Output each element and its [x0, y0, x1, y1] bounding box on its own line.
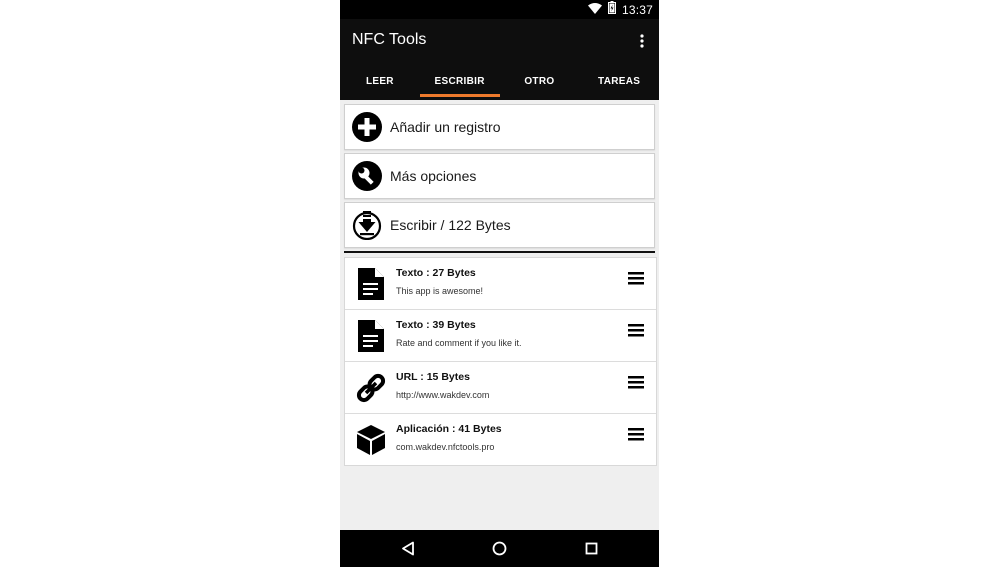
back-icon — [401, 541, 414, 556]
record-subtitle: http://www.wakdev.com — [396, 390, 490, 400]
list-item[interactable]: Texto : 27 Bytes This app is awesome! — [345, 258, 656, 310]
status-bar: 13:37 — [340, 0, 659, 19]
drag-handle-icon[interactable] — [627, 374, 645, 390]
record-subtitle: This app is awesome! — [396, 286, 484, 296]
more-options-label: Más opciones — [390, 168, 477, 184]
write-download-icon — [352, 210, 382, 240]
content-area: Añadir un registro Más opciones Escribir… — [340, 100, 659, 530]
list-item[interactable]: URL : 15 Bytes http://www.wakdev.com — [345, 362, 656, 414]
tab-escribir[interactable]: ESCRIBIR — [419, 63, 500, 100]
section-divider — [344, 251, 655, 253]
tab-otro[interactable]: OTRO — [500, 63, 580, 100]
drag-handle-icon[interactable] — [627, 270, 645, 286]
record-title: URL : 15 Bytes — [396, 371, 470, 383]
list-item[interactable]: Texto : 39 Bytes Rate and comment if you… — [345, 310, 656, 362]
navigation-bar — [340, 530, 659, 567]
record-subtitle: com.wakdev.nfctools.pro — [396, 442, 495, 452]
tab-leer[interactable]: LEER — [340, 63, 420, 100]
status-icons: 13:37 — [587, 0, 653, 19]
link-icon — [354, 371, 388, 405]
add-record-label: Añadir un registro — [390, 119, 501, 135]
status-time: 13:37 — [621, 2, 653, 17]
write-button[interactable]: Escribir / 122 Bytes — [344, 202, 655, 248]
back-button[interactable] — [393, 534, 423, 564]
write-label: Escribir / 122 Bytes — [390, 217, 511, 233]
record-title: Aplicación : 41 Bytes — [396, 423, 502, 435]
record-title: Texto : 27 Bytes — [396, 267, 476, 279]
tab-bar: LEER ESCRIBIR OTRO TAREAS — [340, 63, 659, 100]
battery-icon — [607, 0, 616, 19]
list-item[interactable]: Aplicación : 41 Bytes com.wakdev.nfctool… — [345, 414, 656, 465]
app-title: NFC Tools — [352, 31, 427, 48]
document-icon — [354, 319, 388, 353]
drag-handle-icon[interactable] — [627, 322, 645, 338]
home-icon — [492, 541, 507, 556]
overflow-menu-button[interactable] — [633, 31, 651, 51]
phone-screen: 13:37 NFC Tools LEER ESCRIBIR OTRO TAREA… — [340, 0, 659, 567]
more-vert-icon — [640, 34, 644, 48]
tab-tareas[interactable]: TAREAS — [579, 63, 659, 100]
package-icon — [354, 423, 388, 457]
recents-button[interactable] — [576, 534, 606, 564]
wifi-icon — [587, 1, 602, 19]
recents-icon — [585, 542, 598, 555]
add-record-button[interactable]: Añadir un registro — [344, 104, 655, 150]
record-title: Texto : 39 Bytes — [396, 319, 476, 331]
more-options-button[interactable]: Más opciones — [344, 153, 655, 199]
record-subtitle: Rate and comment if you like it. — [396, 338, 522, 348]
drag-handle-icon[interactable] — [627, 426, 645, 442]
record-list: Texto : 27 Bytes This app is awesome! Te… — [344, 257, 657, 466]
app-bar: NFC Tools — [340, 19, 659, 63]
document-icon — [354, 267, 388, 301]
add-circle-icon — [352, 112, 382, 142]
home-button[interactable] — [484, 534, 514, 564]
wrench-icon — [352, 161, 382, 191]
